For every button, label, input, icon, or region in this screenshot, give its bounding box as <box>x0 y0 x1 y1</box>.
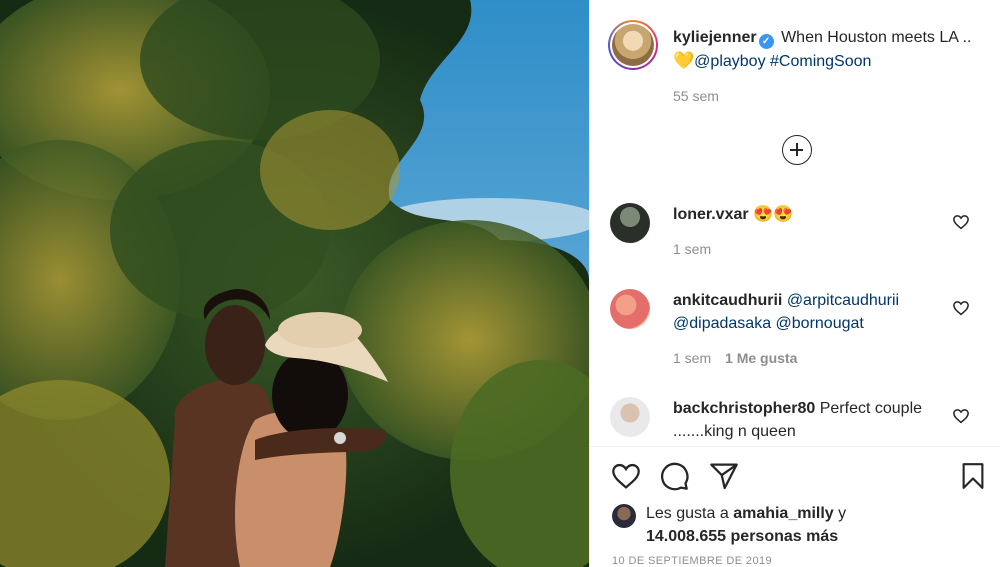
likes-count[interactable]: 14.008.655 personas más <box>646 528 838 545</box>
author-avatar[interactable] <box>608 20 658 70</box>
verified-icon: ✓ <box>758 34 774 49</box>
comment-text: backchristopher80 Perfect couple .......… <box>673 397 953 443</box>
caption-mention[interactable]: @playboy <box>694 53 765 70</box>
author-avatar-image <box>612 24 654 66</box>
heart-icon[interactable] <box>952 213 970 231</box>
comment-icon[interactable] <box>658 460 690 492</box>
caption-hashtag[interactable]: #ComingSoon <box>770 53 871 70</box>
heart-icon[interactable] <box>610 460 642 492</box>
comment-body: 😍😍 <box>753 206 793 223</box>
likes-connector: y <box>838 505 847 522</box>
likes-prefix: Les gusta a <box>646 505 729 522</box>
heart-icon[interactable] <box>952 407 970 425</box>
comment-time[interactable]: 1 sem <box>673 350 711 366</box>
heart-icon[interactable] <box>952 299 970 317</box>
comment-avatar[interactable] <box>610 397 650 437</box>
comment-text: ankitcaudhurii @arpitcaudhurii @dipadasa… <box>673 289 953 335</box>
caption-body: When Houston meets LA .. <box>781 29 972 46</box>
liker-username[interactable]: amahia_milly <box>733 505 834 522</box>
add-comment-icon[interactable] <box>782 135 812 165</box>
photo-image <box>0 0 589 567</box>
post-photo[interactable] <box>0 0 589 567</box>
bookmark-icon[interactable] <box>958 460 988 492</box>
post-time[interactable]: 55 sem <box>673 88 719 104</box>
comment-username[interactable]: loner.vxar <box>673 206 749 223</box>
post-date[interactable]: 10 DE SEPTIEMBRE DE 2019 <box>612 555 772 567</box>
comment-username[interactable]: backchristopher80 <box>673 400 815 417</box>
action-bar <box>608 460 990 494</box>
share-icon[interactable] <box>708 460 740 492</box>
comment-likes[interactable]: 1 Me gusta <box>725 350 797 366</box>
comment-text: loner.vxar 😍😍 <box>673 203 953 226</box>
comment-time[interactable]: 1 sem <box>673 241 711 257</box>
post-side-panel: kyliejenner ✓ When Houston meets LA .. 💛@… <box>589 0 1000 567</box>
comment-meta: 1 sem <box>673 241 711 257</box>
comment-avatar[interactable] <box>610 203 650 243</box>
comment-avatar[interactable] <box>610 289 650 329</box>
comment-username[interactable]: ankitcaudhurii <box>673 292 782 309</box>
caption-text: kyliejenner ✓ When Houston meets LA .. 💛@… <box>673 26 993 73</box>
liker-avatar[interactable] <box>612 504 636 528</box>
comment-meta: 1 sem 1 Me gusta <box>673 350 797 366</box>
divider <box>590 446 1000 447</box>
likes-text: Les gusta a amahia_milly y 14.008.655 pe… <box>646 502 986 548</box>
yellow-heart-emoji: 💛 <box>673 51 695 70</box>
author-username[interactable]: kyliejenner <box>673 29 757 46</box>
